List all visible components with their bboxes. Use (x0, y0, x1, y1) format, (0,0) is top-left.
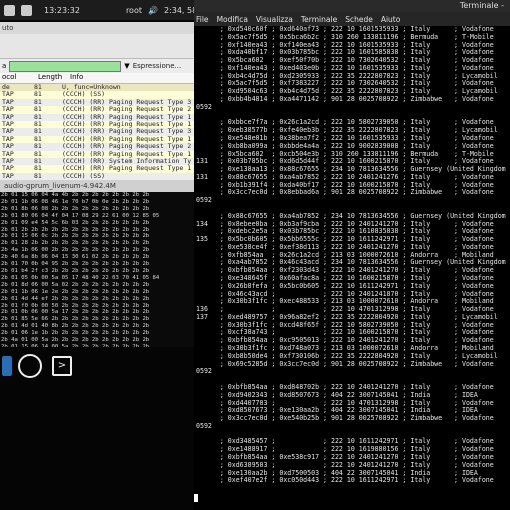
menu-item-file[interactable]: File (196, 15, 209, 24)
filter-label: a (2, 62, 7, 70)
user-label[interactable]: root (126, 6, 142, 15)
dock: > (0, 350, 194, 382)
hexdump-line: 2b 01 15 06 14 00 5a 2b 2b 2b 2b 2b 2b 2… (1, 343, 150, 347)
terminal-window: Terminale - File Modifica Visualizza Termin… (194, 0, 510, 510)
hexdump-line: 2b 01 28 2b 2b 2b 2b 2b 2b 2b 2b 2b 2b 2… (1, 240, 150, 247)
hexdump-line: 2b 01 05 0b 00 5a 05 17 48 40 22 03 70 4… (1, 274, 160, 281)
wireshark-title: uto (0, 22, 194, 34)
column-info[interactable]: Info (68, 73, 83, 83)
terminal-line: 0592 (196, 102, 212, 111)
terminal-cursor (194, 494, 198, 502)
column-protocol[interactable]: ocol (0, 73, 36, 83)
filter-input[interactable] (9, 60, 122, 72)
hexdump-title: audio-gprum_livenum-4.942.4M (0, 180, 194, 192)
terminal-line: 0592 (196, 421, 212, 430)
hexdump-line: 2b 01 0b 06 00 5a 17 2b 2b 2b 2b 2b 2b 2… (1, 309, 150, 316)
wireshark-window: uto a ▼ Espressione... ocol Length Info … (0, 22, 194, 180)
clock[interactable]: 13:23:32 (44, 6, 80, 15)
packet-row[interactable]: TAP 81 (CCCH) (SS) (0, 171, 194, 180)
hexdump-line: 2b 01 f0 0b 00 50 2b 2b 2b 2b 2b 2b 2b 2… (1, 302, 150, 309)
terminal-line: ; 0x3cc7ec0d ; 0x8ebbad6a ; 901 28 00257… (196, 188, 494, 197)
menu-item-terminale[interactable]: Terminale (301, 15, 337, 24)
wireshark-toolbar (0, 34, 194, 59)
terminal-line: 0592 (196, 196, 212, 205)
hexdump-window: audio-gprum_livenum-4.942.4M 2b 01 15 06… (0, 180, 194, 347)
app-menu-icon[interactable] (4, 4, 15, 16)
hexdump-line: 2b 01 8b 06 08 2b 2b 2b 2b 2b 2b 2b 2b 2… (1, 205, 150, 212)
hexdump-content: 2b 01 15 06 04 4a 4b 2b 2b 2b 2b 2b 2b 2… (0, 192, 194, 347)
packet-cell: TAP (2, 171, 14, 180)
menu-item-schede[interactable]: Schede (345, 15, 373, 24)
terminal-output: ; 0xd540c60f ; 0xd640af73 ; 222 10 16015… (194, 25, 510, 485)
packet-list: de 81 U, func=Unknown TAP 81 (CCCH) (SS) TAP 81… (0, 83, 194, 180)
terminal-line: ; 0xef407e2f ; 0xc050d443 ; 222 10 16112… (196, 476, 494, 485)
menu-item-aiuto[interactable]: Aiuto (381, 15, 401, 24)
hexdump-line: 2b 01 15 06 04 4a 4b 2b 2b 2b 2b 2b 2b 2… (1, 192, 150, 198)
hexdump-line: 2b 01 06 1e 1b 2b 2b 2b 2b 2b 2b 2b 2b 2… (1, 330, 150, 337)
wireshark-icon[interactable] (18, 354, 42, 378)
hexdump-line: 2b 01 70 0b 04 95 2b 2b 2b 2b 2b 2b 2b 2… (1, 261, 150, 268)
terminal-title: Terminale - (194, 0, 510, 12)
hexdump-line: 2b 01 80 06 04 4f 04 17 08 29 22 61 00 1… (1, 212, 160, 219)
terminal-line: 0592 (196, 367, 212, 376)
hexdump-line: 2b 01 2b 2b 2b 2b 2b 2b 2b 2b 2b 2b 2b 2… (1, 226, 150, 233)
menu-item-visualizza[interactable]: Visualizza (256, 15, 293, 24)
hexdump-line: 2b 01 85 5e 66 2b 2b 2b 2b 2b 2b 2b 2b 2… (1, 316, 150, 323)
terminal-line: ; 0xbb4b4814 ; 0xa4471142 ; 901 28 00257… (196, 95, 494, 104)
hexdump-line: 2b 01 1b 06 08 46 1e 70 b7 0b 0e 2b 2b 2… (1, 198, 150, 205)
column-length[interactable]: Length (36, 73, 68, 83)
packet-cell: (CCCH) (SS) (62, 171, 106, 180)
filter-dropdown-icon[interactable]: ▼ (124, 62, 129, 70)
launcher-icon[interactable] (21, 4, 32, 16)
terminal-icon[interactable]: > (52, 356, 72, 376)
hexdump-line: 2b 01 15 06 0c 2b 2b 2b 2b 2b 2b 2b 2b 2… (1, 233, 150, 240)
hexdump-line: 2b 01 b4 2f c3 2b 2b 2b 2b 2b 2b 2b 2b 2… (1, 267, 150, 274)
terminal-menubar: File Modifica Visualizza Terminale Schede Aiu… (194, 12, 510, 26)
hexdump-line: 2b 01 4d 44 ef 2b 2b 2b 2b 2b 2b 2b 2b 2… (1, 295, 150, 302)
hexdump-line: 2b 4a 1b 06 00 2b 2b 2b 2b 2b 2b 2b 2b 2… (1, 247, 150, 254)
hexdump-line: 2b 01 8d 06 00 5a 02 2b 2b 2b 2b 2b 2b 2… (1, 281, 150, 288)
filter-bar: a ▼ Espressione... (0, 59, 194, 73)
hexdump-line: 2b 4a 01 00 5a 2b 2b 2b 2b 2b 2b 2b 2b 2… (1, 337, 150, 344)
expression-button[interactable]: Espressione... (133, 62, 181, 70)
dock-app-icon[interactable] (2, 356, 12, 376)
terminal-line: ; 0x3cc7ec0d ; 0xe540b25b ; 901 28 00257… (196, 414, 494, 423)
hexdump-line: 2b 01 4d 01 40 8b 2b 2b 2b 2b 2b 2b 2b 2… (1, 323, 150, 330)
hexdump-line: 2b 01 1b 06 1e 2e 2b 2b 2b 2b 2b 2b 2b 2… (1, 288, 150, 295)
terminal-line: ; 0x69c5285d ; 0x3cc7ec0d ; 901 28 00257… (196, 359, 494, 368)
menu-item-modifica[interactable]: Modifica (217, 15, 248, 24)
hexdump-line: 2b 01 09 e4 54 5c 6b 03 2b 2b 2b 2b 2b 2… (1, 219, 150, 226)
packet-cell: 81 (34, 171, 42, 180)
hexdump-line: 2b 40 6a 8b 06 04 15 30 61 02 2b 2b 2b 2… (1, 254, 150, 261)
volume-icon[interactable]: 🔊 (148, 6, 158, 15)
